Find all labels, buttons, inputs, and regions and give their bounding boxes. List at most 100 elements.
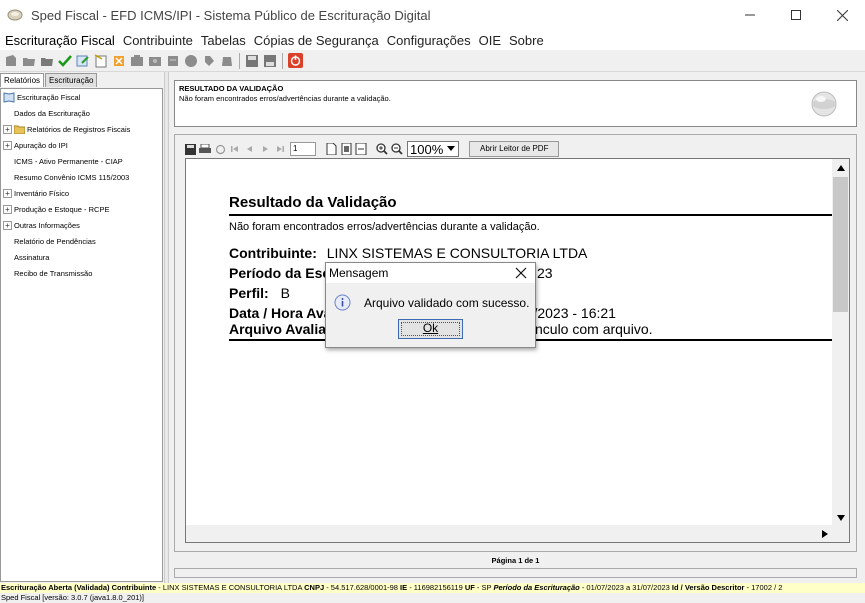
- tree-item-ciap[interactable]: ICMS - Ativo Permanente - CIAP: [14, 154, 123, 168]
- scroll-right-button[interactable]: [816, 525, 833, 542]
- receipt-button[interactable]: [165, 53, 181, 69]
- transmit-button[interactable]: [147, 53, 163, 69]
- prev-page-button[interactable]: [243, 142, 257, 156]
- toolbar-separator: [239, 52, 240, 69]
- periodo-label: Período da Esc: [229, 265, 331, 281]
- validate-button[interactable]: [57, 53, 73, 69]
- vertical-scrollbar[interactable]: [832, 159, 849, 526]
- viewer-toolbar: 1 100% Abrir Leitor de PDF: [183, 140, 560, 158]
- minimize-button[interactable]: [727, 0, 773, 30]
- menu-bar: Escrituração Fiscal Contribuinte Tabelas…: [0, 30, 865, 50]
- menu-contribuinte[interactable]: Contribuinte: [122, 32, 194, 49]
- arquivo-value: nculo com arquivo.: [535, 321, 653, 337]
- zoom-out-icon: [391, 143, 403, 155]
- tree-item-apuracao-ipi[interactable]: + Apuração do IPI: [3, 138, 68, 152]
- scroll-up-button[interactable]: [832, 159, 849, 176]
- tree-item-inventario[interactable]: + Inventário Físico: [3, 186, 69, 200]
- export-icon: [222, 56, 232, 66]
- check-icon: [58, 54, 72, 67]
- window-title: Sped Fiscal - EFD ICMS/IPI - Sistema Púb…: [31, 7, 431, 23]
- tree-item-rcpe[interactable]: + Produção e Estoque - RCPE: [3, 202, 109, 216]
- next-page-button[interactable]: [258, 142, 272, 156]
- arrow-up-icon: [836, 164, 845, 171]
- zoom-out-button[interactable]: [390, 142, 404, 156]
- tree-item-label: Produção e Estoque - RCPE: [14, 204, 110, 214]
- contribuinte-line: Contribuinte: LINX SISTEMAS E CONSULTORI…: [229, 245, 587, 261]
- backup-button[interactable]: [244, 53, 260, 69]
- menu-copias-seguranca[interactable]: Cópias de Segurança: [253, 32, 380, 49]
- delete-button[interactable]: [111, 53, 127, 69]
- expand-toggle[interactable]: +: [3, 220, 12, 230]
- export-button[interactable]: [219, 53, 235, 69]
- vertical-scroll-thumb[interactable]: [833, 177, 848, 312]
- transmit-icon: [149, 56, 161, 66]
- document-subtitle: Não foram encontrados erros/advertências…: [229, 221, 540, 233]
- exit-button[interactable]: [287, 53, 303, 69]
- validation-title: RESULTADO DA VALIDAÇÃO: [179, 84, 284, 93]
- status-contribuinte-value: - LINX SISTEMAS E CONSULTORIA LTDA: [156, 583, 305, 592]
- expand-toggle[interactable]: +: [3, 188, 12, 198]
- menu-sobre[interactable]: Sobre: [508, 32, 545, 49]
- perfil-line: Perfil: B: [229, 285, 290, 301]
- fit-width-button[interactable]: [354, 142, 368, 156]
- open-button[interactable]: [21, 53, 37, 69]
- maximize-button[interactable]: [773, 0, 819, 30]
- zoom-in-button[interactable]: [375, 142, 389, 156]
- import-icon: [41, 57, 53, 66]
- tree-item-outras-informacoes[interactable]: + Outras Informações: [3, 218, 80, 232]
- tab-escrituracao[interactable]: Escrituração: [45, 73, 98, 87]
- report-icon: [94, 53, 107, 67]
- restore-button[interactable]: [262, 53, 278, 69]
- menu-oie[interactable]: OIE: [478, 32, 502, 49]
- tree-item-pendencias[interactable]: Relatório de Pendências: [14, 234, 96, 248]
- edit-button[interactable]: [75, 53, 91, 69]
- status-cnpj-value: - 54.517.628/0001-98: [324, 583, 401, 592]
- first-page-button[interactable]: [228, 142, 242, 156]
- viewer-print-button[interactable]: [198, 142, 212, 156]
- ok-button[interactable]: Ok: [398, 319, 463, 339]
- power-icon: [287, 53, 303, 68]
- close-button[interactable]: [819, 0, 865, 30]
- tab-relatorios[interactable]: Relatórios: [0, 73, 45, 87]
- expand-toggle[interactable]: +: [3, 204, 12, 214]
- maximize-icon: [791, 10, 801, 20]
- signature-icon: [131, 54, 143, 66]
- viewer-save-button[interactable]: [183, 142, 197, 156]
- zoom-select[interactable]: 100%: [407, 141, 459, 157]
- import-button[interactable]: [39, 53, 55, 69]
- tree-item-relatorios-registros[interactable]: + Relatórios de Registros Fiscais: [3, 122, 130, 136]
- first-page-icon: [231, 146, 238, 152]
- fit-page-button[interactable]: [339, 142, 353, 156]
- tree-item-label: Assinatura: [14, 252, 50, 262]
- last-page-button[interactable]: [273, 142, 287, 156]
- viewer-refresh-button[interactable]: [213, 142, 227, 156]
- tree-item-escrituracao-fiscal[interactable]: Escrituração Fiscal: [3, 90, 80, 104]
- page-number-input[interactable]: 1: [290, 142, 316, 156]
- scroll-down-button[interactable]: [832, 509, 849, 526]
- tool-button[interactable]: [201, 53, 217, 69]
- tree-item-assinatura[interactable]: Assinatura: [14, 250, 49, 264]
- horizontal-scrollbar[interactable]: [186, 525, 849, 542]
- close-icon[interactable]: [515, 267, 527, 279]
- report-tree: Escrituração Fiscal Dados da Escrituraçã…: [0, 88, 163, 582]
- tree-item-recibo[interactable]: Recibo de Transmissão: [14, 266, 92, 280]
- zoom-value: 100%: [410, 141, 444, 157]
- expand-toggle[interactable]: +: [3, 124, 12, 134]
- tool-icon: [205, 55, 214, 66]
- open-pdf-reader-button[interactable]: Abrir Leitor de PDF: [469, 141, 560, 157]
- globe-button[interactable]: [183, 53, 199, 69]
- sign-button[interactable]: [129, 53, 145, 69]
- tree-item-dados-escrituracao[interactable]: Dados da Escrituração: [14, 106, 90, 120]
- arquivo-label: Arquivo Avaliad: [229, 321, 335, 337]
- arrow-down-icon: [836, 514, 845, 521]
- menu-tabelas[interactable]: Tabelas: [200, 32, 247, 49]
- menu-escrituracao-fiscal[interactable]: Escrituração Fiscal: [4, 32, 116, 49]
- menu-configuracoes[interactable]: Configurações: [386, 32, 472, 49]
- tree-item-convenio-115[interactable]: Resumo Convênio ICMS 115/2003: [14, 170, 129, 184]
- report-button[interactable]: [93, 53, 109, 69]
- validation-subtitle: Não foram encontrados erros/advertências…: [179, 94, 391, 103]
- expand-toggle[interactable]: +: [3, 140, 12, 150]
- actual-size-button[interactable]: [324, 142, 338, 156]
- new-button[interactable]: [3, 53, 19, 69]
- minimize-icon: [745, 14, 755, 16]
